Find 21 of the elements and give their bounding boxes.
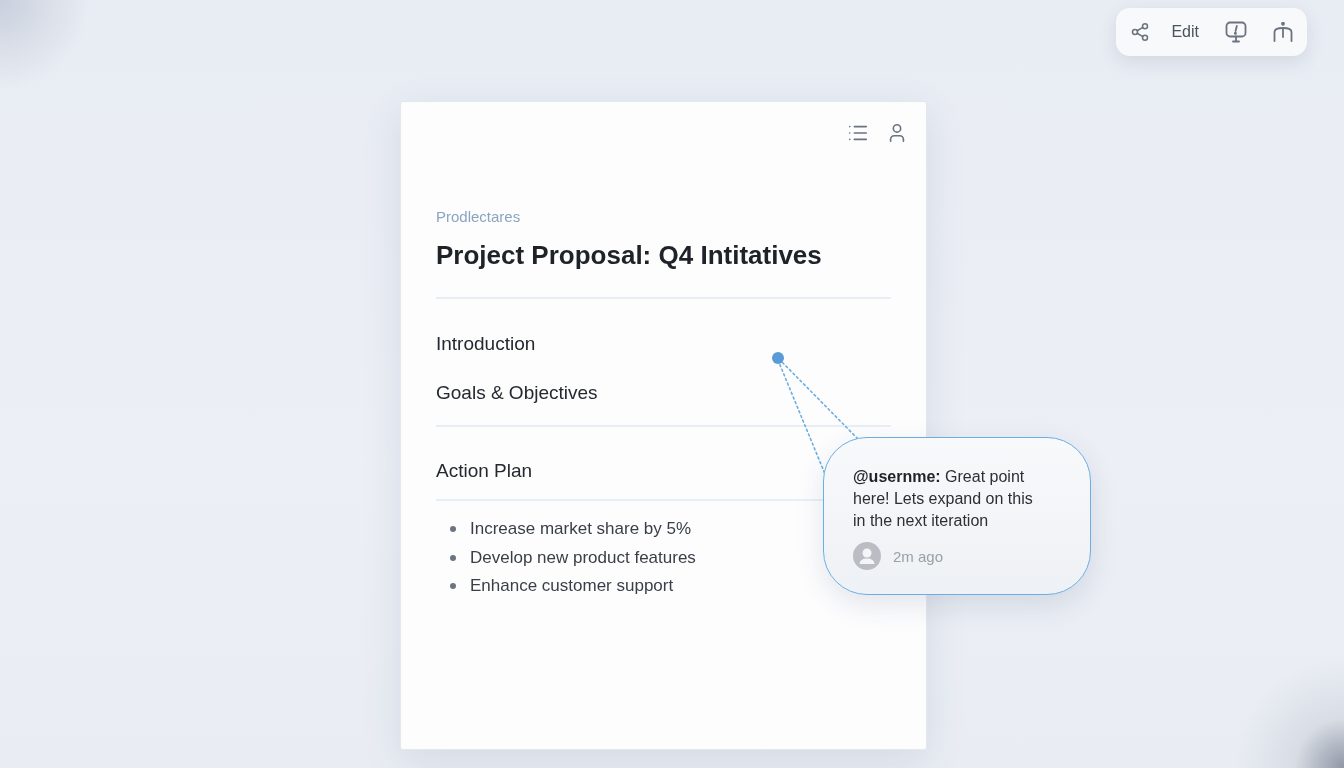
document-title: Project Proposal: Q4 Intitatives xyxy=(436,239,823,271)
monitor-button[interactable] xyxy=(1225,21,1247,43)
comment-text: @usernme: Great point here! Lets expand on this in the next iteration xyxy=(853,467,1034,531)
section-heading: Goals & Objectives xyxy=(436,381,599,405)
bullet-text: Enhance customer support xyxy=(470,576,674,597)
share-icon xyxy=(1130,22,1151,42)
avatar-icon xyxy=(853,542,881,570)
share-button[interactable] xyxy=(1130,22,1151,42)
section-heading: Introduction xyxy=(436,332,537,356)
bullet-icon xyxy=(450,554,456,561)
edit-button[interactable]: Edit xyxy=(1171,22,1199,42)
bullet-icon xyxy=(450,583,456,590)
bullet-text: Increase market share by 5% xyxy=(470,519,692,540)
comment-time: 2m ago xyxy=(893,547,944,565)
arch-button[interactable] xyxy=(1273,22,1293,42)
bullet-icon xyxy=(450,526,456,533)
monitor-icon xyxy=(1225,21,1247,43)
anchor-dot-icon[interactable] xyxy=(772,352,784,364)
bullet-text: Develop new product features xyxy=(470,547,696,568)
document-eyebrow: Prodlectares xyxy=(436,208,522,226)
arch-icon xyxy=(1273,22,1293,42)
